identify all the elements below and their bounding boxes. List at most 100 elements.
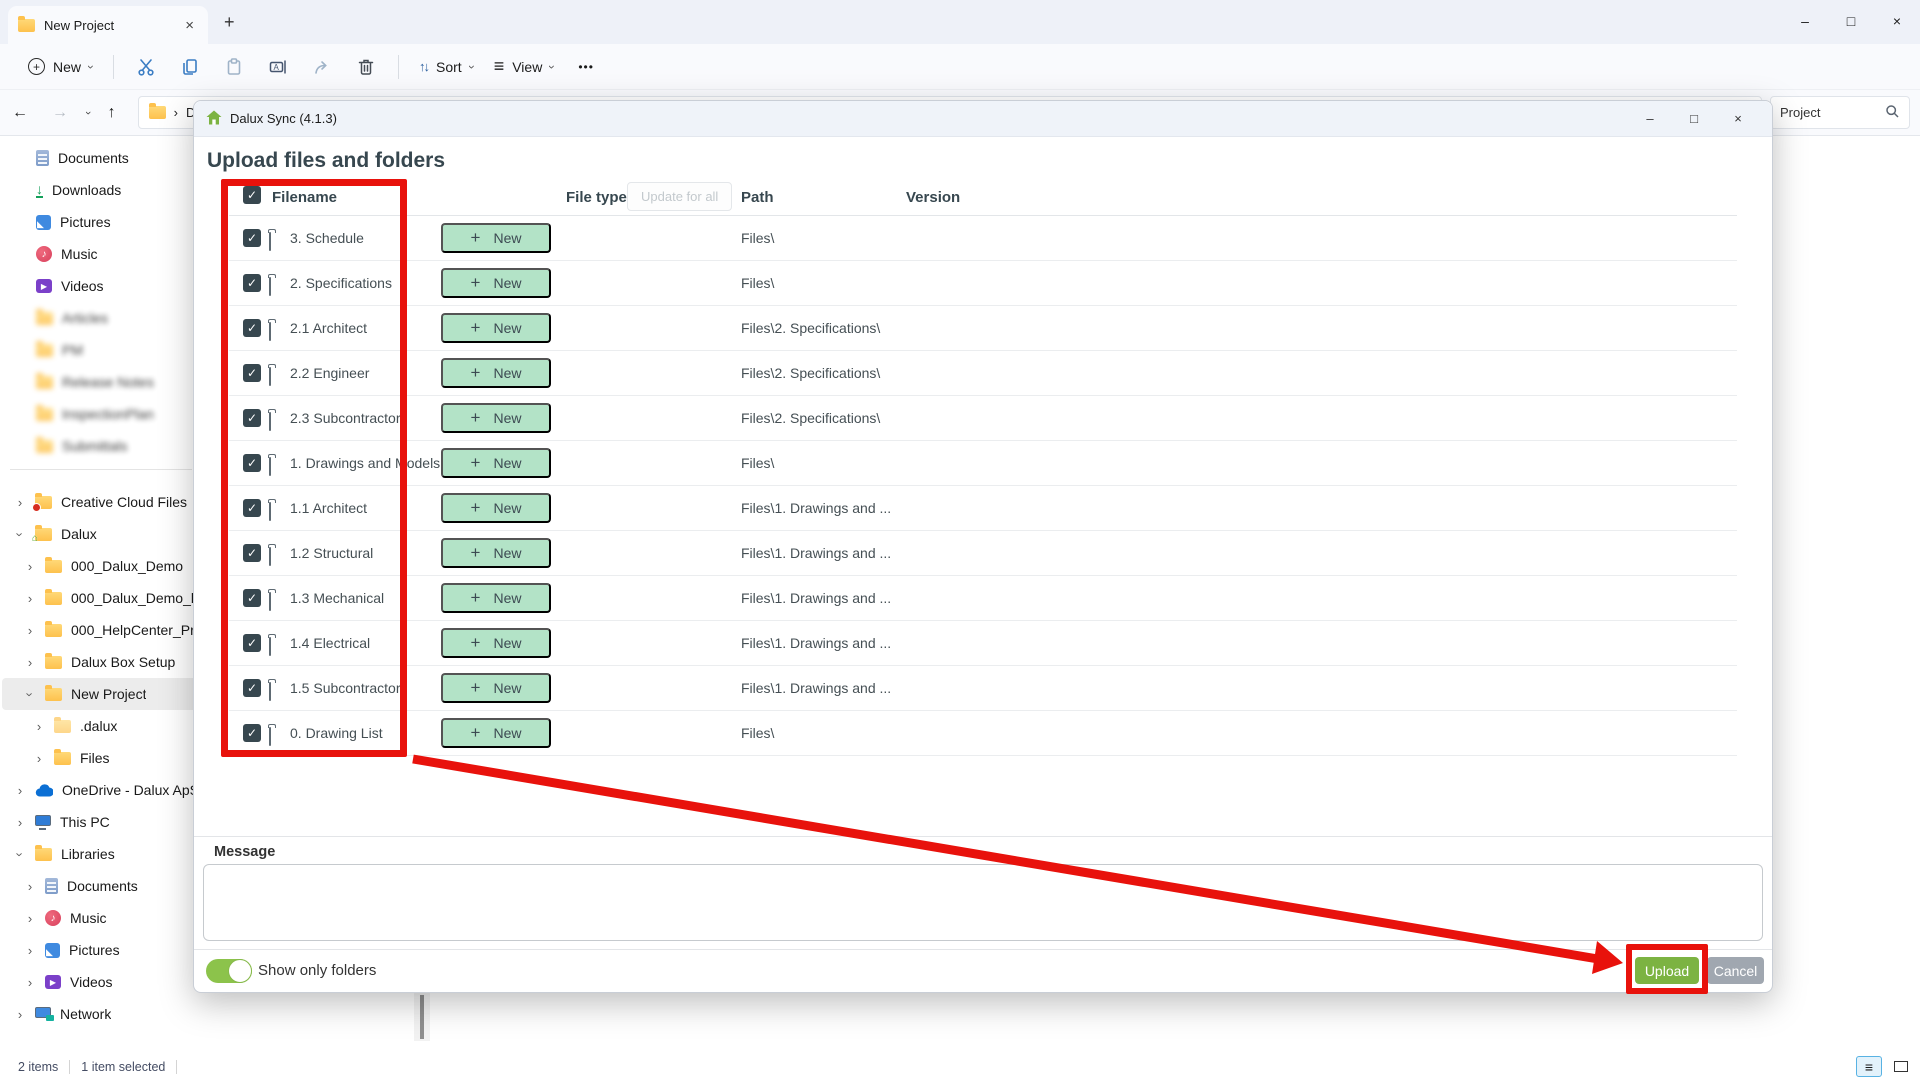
sidebar-item-lib-videos[interactable]: › ▶ Videos bbox=[2, 966, 200, 998]
chevron-right-icon[interactable]: › bbox=[33, 719, 45, 734]
row-checkbox[interactable]: ✓ bbox=[243, 724, 261, 742]
dialog-title-bar[interactable]: Dalux Sync (4.1.3) – □ × bbox=[194, 101, 1772, 137]
paste-icon[interactable] bbox=[223, 56, 245, 78]
sidebar-item-dalux-box-setup[interactable]: › Dalux Box Setup bbox=[2, 646, 200, 678]
maximize-icon[interactable]: □ bbox=[1672, 111, 1716, 126]
sidebar-item-release-notes[interactable]: Release Notes bbox=[2, 366, 200, 398]
chevron-right-icon[interactable]: › bbox=[24, 879, 36, 894]
sidebar-item-libraries[interactable]: › Libraries bbox=[2, 838, 200, 870]
row-checkbox[interactable]: ✓ bbox=[243, 544, 261, 562]
minimize-icon[interactable]: – bbox=[1628, 111, 1672, 126]
sidebar-item-lib-documents[interactable]: › Documents bbox=[2, 870, 200, 902]
chevron-right-icon[interactable]: › bbox=[24, 623, 36, 638]
sidebar-item-network[interactable]: › Network bbox=[2, 998, 200, 1030]
history-chevron-icon[interactable]: › bbox=[82, 105, 94, 121]
column-file-type[interactable]: File type bbox=[566, 189, 627, 206]
row-checkbox[interactable]: ✓ bbox=[243, 409, 261, 427]
update-for-all-button[interactable]: Update for all bbox=[627, 182, 732, 211]
cut-icon[interactable] bbox=[135, 56, 157, 78]
new-version-button[interactable]: +New bbox=[441, 403, 551, 433]
row-checkbox[interactable]: ✓ bbox=[243, 679, 261, 697]
sidebar-item-000-dalux-demo[interactable]: › 000_Dalux_Demo bbox=[2, 550, 200, 582]
new-version-button[interactable]: +New bbox=[441, 628, 551, 658]
sidebar-item-lib-music[interactable]: › ♪ Music bbox=[2, 902, 200, 934]
close-icon[interactable]: × bbox=[1716, 111, 1760, 126]
chevron-right-icon[interactable]: › bbox=[14, 495, 26, 510]
share-icon[interactable] bbox=[311, 56, 333, 78]
tab-new-project[interactable]: New Project × bbox=[8, 6, 208, 44]
cancel-button[interactable]: Cancel bbox=[1707, 957, 1764, 984]
row-checkbox[interactable]: ✓ bbox=[243, 319, 261, 337]
new-version-button[interactable]: +New bbox=[441, 223, 551, 253]
column-version[interactable]: Version bbox=[906, 189, 960, 206]
sidebar-item-onedrive[interactable]: › OneDrive - Dalux ApS bbox=[2, 774, 200, 806]
chevron-right-icon[interactable]: › bbox=[24, 911, 36, 926]
chevron-right-icon[interactable]: › bbox=[24, 975, 36, 990]
chevron-right-icon[interactable]: › bbox=[33, 751, 45, 766]
scrollbar[interactable] bbox=[414, 993, 430, 1041]
column-path[interactable]: Path bbox=[741, 189, 774, 206]
row-checkbox[interactable]: ✓ bbox=[243, 499, 261, 517]
close-icon[interactable]: × bbox=[1874, 13, 1920, 29]
sidebar-item-videos[interactable]: ▶ Videos bbox=[2, 270, 200, 302]
delete-icon[interactable] bbox=[355, 56, 377, 78]
upload-button[interactable]: Upload bbox=[1635, 957, 1699, 984]
new-version-button[interactable]: +New bbox=[441, 718, 551, 748]
copy-icon[interactable] bbox=[179, 56, 201, 78]
row-checkbox[interactable]: ✓ bbox=[243, 229, 261, 247]
new-version-button[interactable]: +New bbox=[441, 268, 551, 298]
new-tab-button[interactable]: + bbox=[216, 10, 243, 35]
new-version-button[interactable]: +New bbox=[441, 583, 551, 613]
sidebar-item-creative-cloud-files[interactable]: › Creative Cloud Files bbox=[2, 486, 200, 518]
chevron-right-icon[interactable]: › bbox=[24, 559, 36, 574]
forward-icon[interactable]: → bbox=[40, 104, 80, 122]
chevron-right-icon[interactable]: › bbox=[14, 783, 26, 798]
new-version-button[interactable]: +New bbox=[441, 673, 551, 703]
search-input[interactable]: Project bbox=[1770, 96, 1910, 129]
column-filename[interactable]: Filename bbox=[272, 189, 337, 206]
row-checkbox[interactable]: ✓ bbox=[243, 364, 261, 382]
sort-button[interactable]: ↑↓ Sort › bbox=[409, 53, 484, 81]
sidebar-item-submittals[interactable]: Submittals bbox=[2, 430, 200, 462]
chevron-right-icon[interactable]: › bbox=[24, 943, 36, 958]
chevron-down-icon[interactable]: › bbox=[13, 848, 28, 860]
select-all-checkbox[interactable]: ✓ bbox=[243, 186, 261, 204]
show-only-folders-toggle[interactable] bbox=[206, 959, 252, 983]
sidebar-item-articles[interactable]: Articles bbox=[2, 302, 200, 334]
view-button[interactable]: ≡ View › bbox=[484, 50, 565, 83]
new-version-button[interactable]: +New bbox=[441, 358, 551, 388]
chevron-down-icon[interactable]: › bbox=[13, 528, 28, 540]
sidebar-item-pictures[interactable]: ◣ Pictures bbox=[2, 206, 200, 238]
new-version-button[interactable]: +New bbox=[441, 538, 551, 568]
row-checkbox[interactable]: ✓ bbox=[243, 634, 261, 652]
chevron-right-icon[interactable]: › bbox=[24, 591, 36, 606]
sidebar-item-000-dalux-demo-backup[interactable]: › 000_Dalux_Demo_backu bbox=[2, 582, 200, 614]
sidebar-item-documents[interactable]: Documents bbox=[2, 142, 200, 174]
sidebar-item-lib-pictures[interactable]: › ◣ Pictures bbox=[2, 934, 200, 966]
sidebar-item-music[interactable]: ♪ Music bbox=[2, 238, 200, 270]
sidebar-item-inspectionplan[interactable]: InspectionPlan bbox=[2, 398, 200, 430]
sidebar-item-pm[interactable]: PM bbox=[2, 334, 200, 366]
row-checkbox[interactable]: ✓ bbox=[243, 589, 261, 607]
new-version-button[interactable]: +New bbox=[441, 448, 551, 478]
sidebar-item-files[interactable]: › Files bbox=[2, 742, 200, 774]
new-version-button[interactable]: +New bbox=[441, 313, 551, 343]
new-button[interactable]: + New › bbox=[18, 52, 103, 81]
details-view-icon[interactable]: ≡ bbox=[1856, 1056, 1882, 1077]
back-icon[interactable]: ← bbox=[0, 104, 40, 122]
new-version-button[interactable]: +New bbox=[441, 493, 551, 523]
large-icons-view-icon[interactable] bbox=[1888, 1056, 1914, 1077]
sidebar-item-new-project[interactable]: › New Project bbox=[2, 678, 200, 710]
chevron-right-icon[interactable]: › bbox=[24, 655, 36, 670]
message-input[interactable] bbox=[203, 864, 1763, 941]
sidebar-item-000-helpcenter-project[interactable]: › 000_HelpCenter_Project bbox=[2, 614, 200, 646]
up-icon[interactable]: ↑ bbox=[96, 104, 128, 122]
sidebar-item-this-pc[interactable]: › This PC bbox=[2, 806, 200, 838]
rename-icon[interactable]: A bbox=[267, 56, 289, 78]
maximize-icon[interactable]: □ bbox=[1828, 13, 1874, 29]
row-checkbox[interactable]: ✓ bbox=[243, 274, 261, 292]
sidebar-item-dotdalux[interactable]: › .dalux bbox=[2, 710, 200, 742]
tab-close-icon[interactable]: × bbox=[181, 17, 198, 34]
sidebar-item-downloads[interactable]: ↓ Downloads bbox=[2, 174, 200, 206]
row-checkbox[interactable]: ✓ bbox=[243, 454, 261, 472]
